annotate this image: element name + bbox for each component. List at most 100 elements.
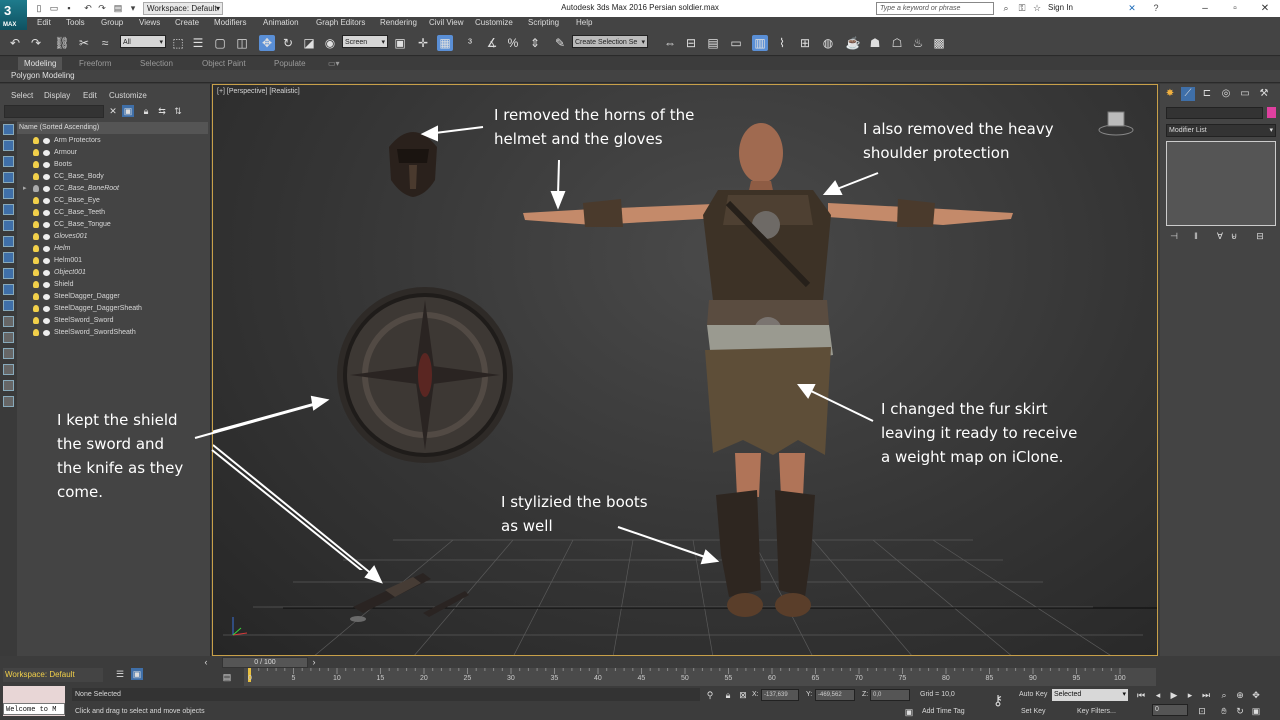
render-production-icon[interactable]: ☖: [889, 35, 905, 51]
redo-icon[interactable]: ↷: [96, 2, 108, 14]
filter-bones-icon[interactable]: [3, 252, 14, 263]
list-item[interactable]: Boots: [17, 159, 208, 171]
ribbon-options-icon[interactable]: ▭▾: [322, 57, 346, 70]
display-none-icon[interactable]: [3, 332, 14, 343]
light-bulb-icon[interactable]: [33, 197, 39, 204]
visibility-icon[interactable]: [43, 174, 50, 180]
link-icon[interactable]: ⛓: [54, 35, 70, 51]
next-frame-icon[interactable]: ▸: [1184, 689, 1196, 701]
time-slider-prev-icon[interactable]: ‹: [200, 656, 212, 668]
zoom-extents-icon[interactable]: ⊕: [1234, 689, 1246, 701]
light-bulb-icon[interactable]: [33, 161, 39, 168]
light-bulb-icon[interactable]: [33, 173, 39, 180]
listener-output[interactable]: Welcome to M: [3, 703, 65, 715]
list-item[interactable]: Helm001: [17, 255, 208, 267]
play-icon[interactable]: ▶: [1168, 689, 1180, 701]
modifier-list-dropdown[interactable]: Modifier List: [1166, 124, 1276, 137]
keyboard-shortcut-override-icon[interactable]: ▦: [437, 35, 453, 51]
select-and-place-icon[interactable]: ◉: [322, 35, 338, 51]
previous-frame-icon[interactable]: ◂: [1152, 689, 1164, 701]
select-by-name-icon[interactable]: ☰: [190, 35, 206, 51]
quick-access-dropdown-icon[interactable]: ▾: [127, 2, 139, 14]
current-frame-field[interactable]: 0: [1152, 704, 1188, 716]
z-coordinate-field[interactable]: 0,0: [870, 689, 910, 701]
visibility-icon[interactable]: [43, 198, 50, 204]
layer-explorer-icon[interactable]: ▤: [705, 35, 721, 51]
hierarchy-icon[interactable]: ⇅: [172, 105, 184, 117]
key-mode-icon[interactable]: ⊡: [1196, 705, 1208, 717]
scene-explorer-icon[interactable]: ▥: [752, 35, 768, 51]
list-item[interactable]: CC_Base_Body: [17, 171, 208, 183]
redo-icon[interactable]: ↷: [28, 35, 44, 51]
workspace-dropdown[interactable]: Workspace: Default: [143, 2, 223, 15]
list-item[interactable]: CC_Base_Teeth: [17, 207, 208, 219]
list-item[interactable]: CC_Base_Eye: [17, 195, 208, 207]
key-filters-button[interactable]: Key Filters...: [1077, 708, 1116, 715]
tab-object-paint[interactable]: Object Paint: [196, 57, 252, 70]
filter-frozen-icon[interactable]: [3, 284, 14, 295]
material-editor-icon[interactable]: ◍: [820, 35, 836, 51]
clear-find-icon[interactable]: ✕: [107, 105, 119, 117]
explorer-menu-display[interactable]: Display: [44, 91, 70, 100]
curve-editor-icon[interactable]: ⌇: [774, 35, 790, 51]
goto-start-icon[interactable]: ⏮: [1135, 689, 1147, 701]
explorer-find-field[interactable]: [4, 105, 104, 118]
select-and-move-icon[interactable]: ✥: [259, 35, 275, 51]
explorer-menu-select[interactable]: Select: [11, 91, 33, 100]
visibility-icon[interactable]: [43, 258, 50, 264]
light-bulb-icon[interactable]: [33, 149, 39, 156]
angle-snap-icon[interactable]: ∡: [484, 35, 500, 51]
menu-graph-editors[interactable]: Graph Editors: [316, 18, 365, 27]
select-and-rotate-icon[interactable]: ↻: [280, 35, 296, 51]
track-bar-toggle-icon[interactable]: ▤: [221, 671, 233, 683]
light-bulb-icon[interactable]: [33, 233, 39, 240]
pin-stack-icon[interactable]: ⊣: [1168, 230, 1180, 242]
auto-key-button[interactable]: Auto Key: [1019, 691, 1047, 698]
select-children-icon[interactable]: [3, 380, 14, 391]
lock-icon[interactable]: 🔒︎: [140, 105, 152, 117]
key-set-dropdown[interactable]: Selected: [1052, 689, 1128, 701]
light-bulb-icon[interactable]: [33, 185, 39, 192]
menu-rendering[interactable]: Rendering: [380, 18, 417, 27]
subscription-icon[interactable]: ⚿: [1016, 2, 1028, 14]
select-dependents-icon[interactable]: [3, 396, 14, 407]
filter-groups-icon[interactable]: [3, 220, 14, 231]
maximize-viewport-icon[interactable]: ▣: [1250, 705, 1262, 717]
render-setup-icon[interactable]: ☕: [845, 35, 861, 51]
help-icon[interactable]: ?: [1150, 2, 1162, 14]
explorer-menu-edit[interactable]: Edit: [83, 91, 97, 100]
light-bulb-icon[interactable]: [33, 317, 39, 324]
visibility-icon[interactable]: [43, 150, 50, 156]
remove-modifier-icon[interactable]: ⊌: [1228, 230, 1240, 242]
tab-selection[interactable]: Selection: [134, 57, 179, 70]
menu-modifiers[interactable]: Modifiers: [214, 18, 246, 27]
undo-icon[interactable]: ↶: [82, 2, 94, 14]
list-item[interactable]: Shield: [17, 279, 208, 291]
perspective-viewport[interactable]: [+] [Perspective] [Realistic] I removed …: [212, 84, 1158, 656]
reference-coordinate-dropdown[interactable]: Screen: [342, 35, 388, 49]
search-input[interactable]: Type a keyword or phrase: [876, 2, 994, 15]
visibility-icon[interactable]: [43, 294, 50, 300]
tab-populate[interactable]: Populate: [268, 57, 312, 70]
modify-tab-icon[interactable]: ⟋: [1181, 87, 1195, 101]
create-tab-icon[interactable]: ✸: [1163, 87, 1177, 101]
visibility-icon[interactable]: [43, 234, 50, 240]
funnel-filter-icon[interactable]: [3, 364, 14, 375]
filter-lights-icon[interactable]: [3, 156, 14, 167]
mirror-icon[interactable]: ⇔: [662, 35, 678, 51]
light-bulb-icon[interactable]: [33, 329, 39, 336]
filter-containers-icon[interactable]: [3, 268, 14, 279]
show-end-result-icon[interactable]: ‖: [1190, 230, 1202, 242]
object-name-field[interactable]: [1166, 107, 1263, 119]
polygon-modeling-panel[interactable]: Polygon Modeling: [11, 71, 75, 80]
named-selection-sets-dropdown[interactable]: Create Selection Se: [572, 35, 648, 49]
save-icon[interactable]: ▪: [63, 2, 75, 14]
motion-tab-icon[interactable]: ◎: [1219, 87, 1233, 101]
invert-display-icon[interactable]: [3, 348, 14, 359]
orbit-icon[interactable]: ↻: [1234, 705, 1246, 717]
visibility-icon[interactable]: [43, 138, 50, 144]
filter-shapes-icon[interactable]: [3, 140, 14, 151]
maximize-button[interactable]: ▫: [1220, 0, 1250, 17]
minimize-button[interactable]: –: [1190, 0, 1220, 17]
list-item[interactable]: SteelDagger_DaggerSheath: [17, 303, 208, 315]
